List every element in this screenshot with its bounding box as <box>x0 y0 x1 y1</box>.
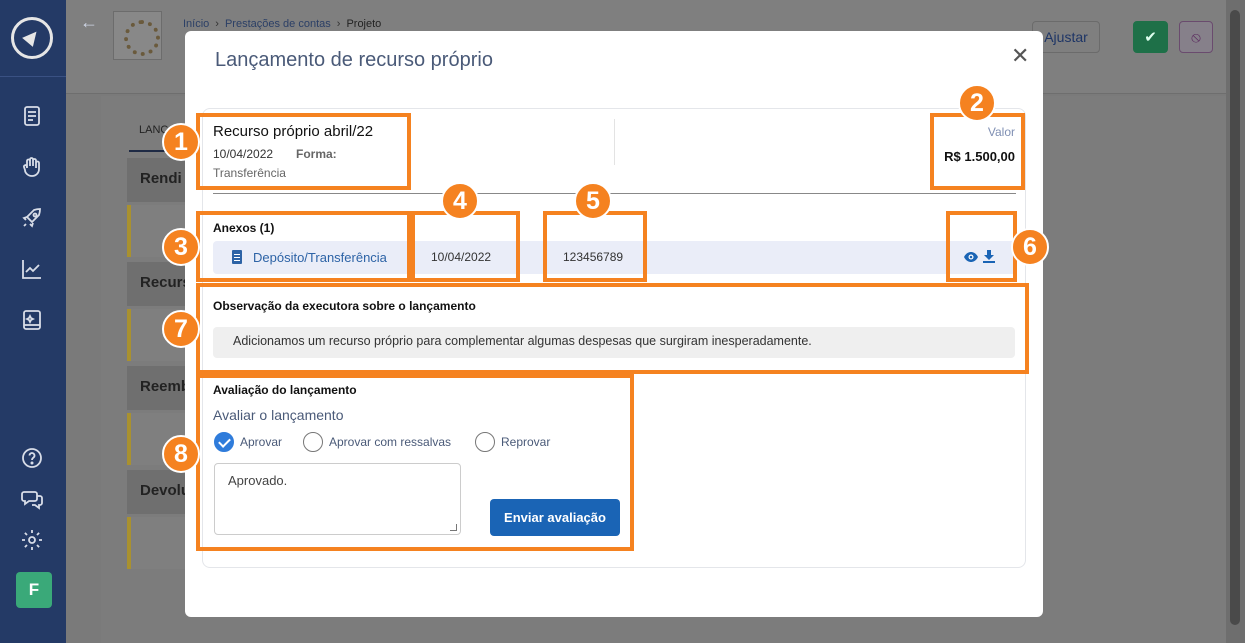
document-icon[interactable] <box>19 103 45 129</box>
rocket-icon[interactable] <box>19 205 45 231</box>
highlight-box <box>411 211 520 282</box>
annotation-badge: 6 <box>1011 228 1049 266</box>
breadcrumb: Início › Prestações de contas › Projeto <box>183 18 381 30</box>
app-logo-icon[interactable] <box>11 17 53 59</box>
book-sparkle-icon[interactable] <box>19 307 45 333</box>
annotation-badge: 7 <box>162 310 200 348</box>
highlight-box <box>543 211 647 282</box>
annotation-badge: 8 <box>162 435 200 473</box>
breadcrumb-current: Projeto <box>346 18 382 30</box>
list-item[interactable] <box>127 517 187 569</box>
breadcrumb-separator: › <box>215 18 219 30</box>
approve-button[interactable]: ✔ <box>1133 21 1168 53</box>
breadcrumb-item[interactable]: Prestações de contas <box>225 18 331 30</box>
annotation-badge: 2 <box>958 84 996 122</box>
highlight-box <box>196 283 1029 374</box>
highlight-box <box>196 374 634 551</box>
project-logo <box>113 11 162 60</box>
chart-line-icon[interactable] <box>19 256 45 282</box>
breadcrumb-item[interactable]: Início <box>183 18 209 30</box>
hand-heart-icon[interactable] <box>19 154 45 180</box>
highlight-box <box>930 113 1025 190</box>
annotation-badge: 4 <box>441 182 479 220</box>
sidebar-divider <box>0 76 66 77</box>
sidebar: F <box>0 0 66 643</box>
highlight-box <box>196 211 411 282</box>
scrollbar-thumb[interactable] <box>1230 10 1240 625</box>
annotation-badge: 5 <box>574 182 612 220</box>
back-arrow-icon[interactable]: ← <box>80 12 98 33</box>
scrollbar[interactable] <box>1226 0 1245 643</box>
section-header: Reemb <box>127 366 190 410</box>
chat-icon[interactable] <box>19 486 45 512</box>
avatar[interactable]: F <box>16 572 52 608</box>
divider <box>213 193 1016 194</box>
help-icon[interactable] <box>19 445 45 471</box>
modal-title: Lançamento de recurso próprio <box>215 49 493 71</box>
annotation-badge: 3 <box>162 228 200 266</box>
close-icon[interactable]: ✕ <box>1011 43 1029 69</box>
highlight-box <box>946 211 1017 282</box>
annotation-badge: 1 <box>162 123 200 161</box>
reject-button[interactable]: ⦸ <box>1179 21 1213 53</box>
divider <box>614 119 615 165</box>
highlight-box <box>196 113 411 190</box>
section-header: Rendi <box>127 158 187 202</box>
section-header: Devolu <box>127 470 190 514</box>
breadcrumb-separator: › <box>336 18 341 30</box>
gear-icon[interactable] <box>19 527 45 553</box>
section-header: Recurs <box>127 262 191 306</box>
